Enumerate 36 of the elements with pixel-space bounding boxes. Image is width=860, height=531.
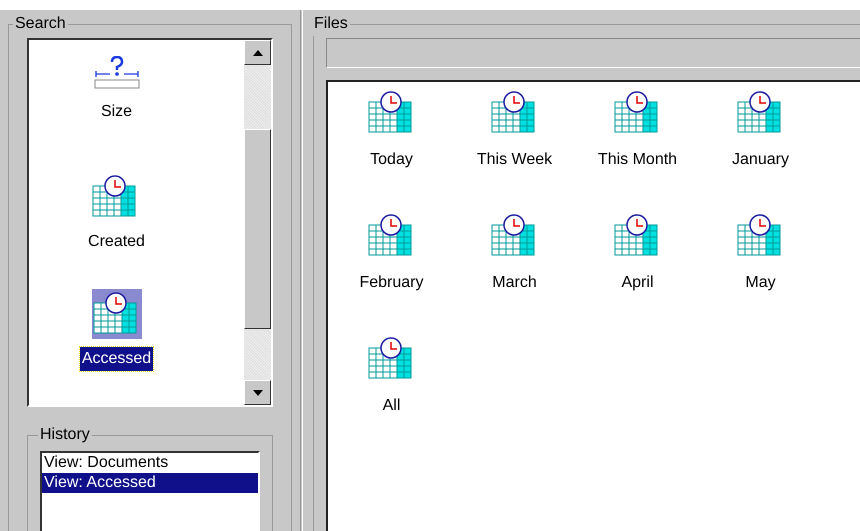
file-item[interactable]: February bbox=[330, 211, 453, 334]
scroll-up-button[interactable] bbox=[244, 40, 271, 65]
file-item[interactable]: April bbox=[576, 211, 699, 334]
history-item[interactable]: View: Documents bbox=[42, 453, 258, 473]
file-item[interactable]: Today bbox=[330, 88, 453, 211]
item-label: Size bbox=[100, 102, 134, 122]
item-label: All bbox=[382, 396, 400, 416]
search-item[interactable]: Accessed bbox=[80, 288, 154, 405]
scrollbar[interactable] bbox=[244, 40, 271, 405]
search-item[interactable]: Created bbox=[86, 172, 147, 289]
item-label: Accessed bbox=[80, 346, 154, 371]
group-title: History bbox=[39, 425, 91, 445]
item-label: Created bbox=[87, 232, 146, 252]
scroll-down-button[interactable] bbox=[244, 380, 271, 405]
item-label: February bbox=[359, 273, 424, 293]
history-item[interactable]: View: Accessed bbox=[42, 473, 258, 493]
file-item[interactable]: March bbox=[453, 211, 576, 334]
group-title: Files bbox=[313, 14, 349, 34]
file-item[interactable]: January bbox=[699, 88, 822, 211]
item-label: This Week bbox=[476, 150, 552, 170]
item-label: March bbox=[492, 273, 537, 293]
item-label: January bbox=[732, 150, 789, 170]
scroll-thumb[interactable] bbox=[244, 129, 271, 329]
item-label: Today bbox=[370, 150, 413, 170]
file-item[interactable]: This Month bbox=[576, 88, 699, 211]
file-item[interactable]: May bbox=[699, 211, 822, 334]
group-title: Search bbox=[14, 14, 67, 34]
file-item[interactable]: This Week bbox=[453, 88, 576, 211]
item-label: May bbox=[745, 273, 776, 293]
item-label: April bbox=[621, 273, 654, 293]
calendar-clock-icon bbox=[92, 288, 142, 339]
down-arrow-icon bbox=[252, 390, 262, 396]
search-item[interactable]: Size bbox=[92, 56, 142, 172]
up-arrow-icon bbox=[252, 50, 262, 56]
item-label: This Month bbox=[598, 150, 678, 170]
file-item[interactable]: All bbox=[330, 334, 453, 457]
